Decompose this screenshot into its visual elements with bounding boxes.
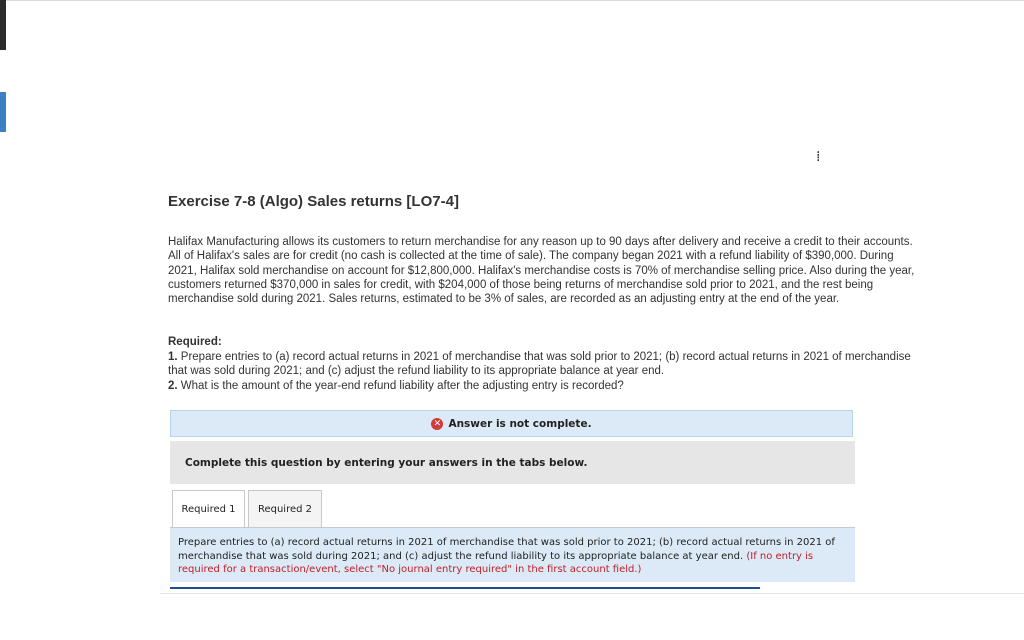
- x-circle-icon: ✕: [431, 417, 444, 430]
- required-item-1: 1. Prepare entries to (a) record actual …: [168, 350, 920, 379]
- tab-required-1[interactable]: Required 1: [172, 490, 245, 528]
- answer-status-banner: ✕ Answer is not complete.: [170, 410, 853, 437]
- tab-panel-instructions: Prepare entries to (a) record actual ret…: [178, 537, 835, 562]
- left-edge-blue-strip: [0, 92, 6, 132]
- required-item-2-text: What is the amount of the year-end refun…: [177, 379, 624, 392]
- required-item-1-text: Prepare entries to (a) record actual ret…: [168, 351, 911, 378]
- problem-statement: Halifax Manufacturing allows its custome…: [168, 236, 915, 306]
- tab-required-2-label: Required 2: [257, 503, 313, 515]
- answer-status-message: Answer is not complete.: [448, 417, 592, 430]
- left-edge-dark-strip: [0, 0, 6, 50]
- required-heading: Required:: [168, 336, 222, 348]
- tab-list: Required 1 Required 2: [172, 490, 325, 528]
- exercise-title: Exercise 7-8 (Algo) Sales returns [LO7-4…: [168, 193, 459, 210]
- required-item-2-number: 2.: [168, 379, 178, 392]
- text-cursor-icon: ⁞: [816, 149, 821, 165]
- required-list: 1. Prepare entries to (a) record actual …: [168, 350, 920, 393]
- required-item-2: 2. What is the amount of the year-end re…: [168, 379, 920, 393]
- tab-required-2[interactable]: Required 2: [248, 490, 322, 528]
- content-accent-bar: [170, 587, 760, 589]
- top-divider: [0, 0, 1024, 1]
- instructions-bar: Complete this question by entering your …: [170, 441, 855, 484]
- tab-required-1-label: Required 1: [181, 503, 236, 515]
- required-item-1-number: 1.: [168, 351, 178, 363]
- instructions-text: Complete this question by entering your …: [185, 456, 588, 469]
- tab-panel-required-1: Prepare entries to (a) record actual ret…: [170, 528, 855, 582]
- bottom-divider: [160, 593, 1024, 594]
